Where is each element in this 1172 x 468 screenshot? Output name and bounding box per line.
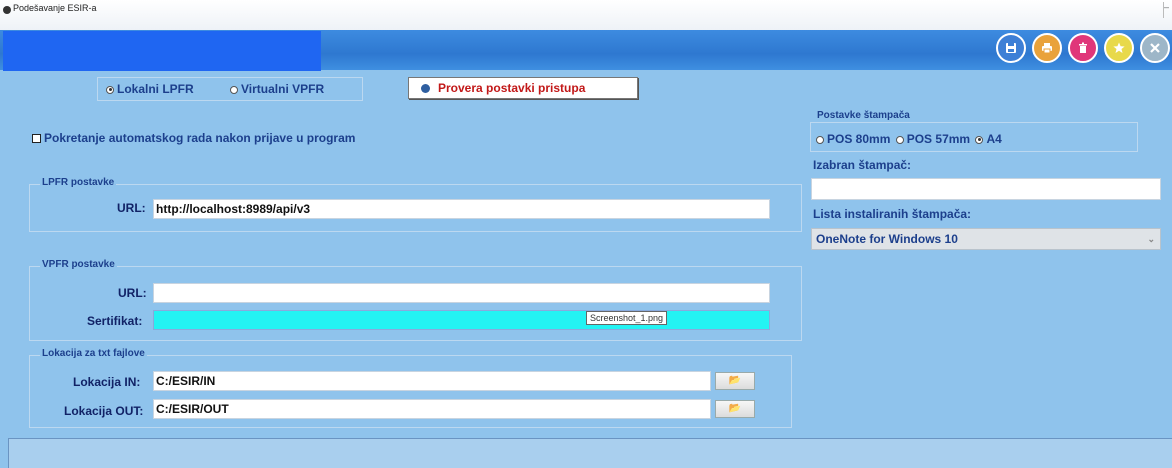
radio-virtualni-vpfr[interactable]: Virtualni VPFR [230,82,324,96]
radio-indicator-selected[interactable] [106,85,114,94]
location-in-input[interactable]: C:/ESIR/IN [153,371,711,391]
header-toolbar [0,30,1172,71]
globe-icon [421,84,430,94]
installed-printers-select[interactable]: OneNote for Windows 10 ⌄ [811,228,1161,250]
radio-indicator[interactable] [816,135,824,144]
radio-indicator-selected[interactable] [975,135,984,144]
radio-label-pos80: POS 80mm [827,132,891,146]
bottom-status-bar [8,438,1172,468]
lpfr-group-title: LPFR postavke [40,177,117,188]
radio-pos80[interactable]: POS 80mm [816,132,890,146]
radio-label-a4: A4 [986,132,1002,146]
check-access-button[interactable]: Provera postavki pristupa [408,77,638,99]
installed-printers-label: Lista instaliranih štampača: [813,207,972,221]
radio-label-lpfr: Lokalni LPFR [117,82,194,96]
check-access-label: Provera postavki pristupa [438,81,586,95]
save-icon [1006,43,1016,53]
save-button[interactable] [996,33,1026,63]
auto-start-label: Pokretanje automatskog rada nakon prijav… [44,131,356,145]
window-title: Podešavanje ESIR-a [13,3,97,13]
vpfr-cert-label: Sertifikat: [87,314,143,328]
lpfr-url-label: URL: [117,201,146,215]
selected-printer-label: Izabran štampač: [813,158,912,172]
delete-button[interactable] [1068,33,1098,63]
chevron-down-icon: ⌄ [1147,234,1155,244]
close-button[interactable] [1140,33,1170,63]
printer-format-options: POS 80mm POS 57mm A4 [816,132,1002,146]
location-in-label: Lokacija IN: [73,375,141,389]
browse-in-button[interactable]: 📂 [715,372,755,390]
delete-icon [1079,42,1087,53]
radio-label-vpfr: Virtualni VPFR [241,82,325,96]
radio-label-pos57: POS 57mm [906,132,971,146]
radio-pos57[interactable]: POS 57mm [895,132,971,146]
radio-indicator[interactable] [895,135,904,144]
file-tooltip: Screenshot_1.png [586,311,668,325]
selected-printer-input[interactable] [811,178,1161,200]
vpfr-url-input[interactable] [153,283,770,303]
title-bar: Podešavanje ESIR-a – [0,0,1172,30]
installed-printers-value: OneNote for Windows 10 [816,232,958,246]
location-out-input[interactable]: C:/ESIR/OUT [153,399,711,419]
folder-icon: 📂 [728,403,742,414]
vpfr-cert-input[interactable] [153,310,770,330]
txt-location-group-title: Lokacija za txt fajlove [40,348,147,359]
browse-out-button[interactable]: 📂 [715,400,755,418]
app-icon [3,6,11,14]
header-blank-block [3,31,321,71]
star-icon [1113,42,1125,53]
auto-start-checkbox-row[interactable]: Pokretanje automatskog rada nakon prijav… [32,131,355,145]
radio-indicator[interactable] [230,85,238,94]
auto-start-checkbox[interactable] [32,134,41,144]
favorite-button[interactable] [1104,33,1134,63]
close-icon [1150,43,1160,53]
vpfr-group-title: VPFR postavke [40,259,117,270]
lpfr-url-input[interactable]: http://localhost:8989/api/v3 [153,199,770,219]
printer-group-title: Postavke štampača [817,110,910,121]
print-icon [1042,43,1052,54]
radio-lokalni-lpfr[interactable]: Lokalni LPFR [106,82,194,96]
vpfr-url-label: URL: [118,286,147,300]
folder-icon: 📂 [728,375,742,386]
print-button[interactable] [1032,33,1062,63]
location-out-label: Lokacija OUT: [64,404,144,418]
radio-a4[interactable]: A4 [975,132,1002,146]
minimize-button[interactable]: – [1163,2,1172,18]
